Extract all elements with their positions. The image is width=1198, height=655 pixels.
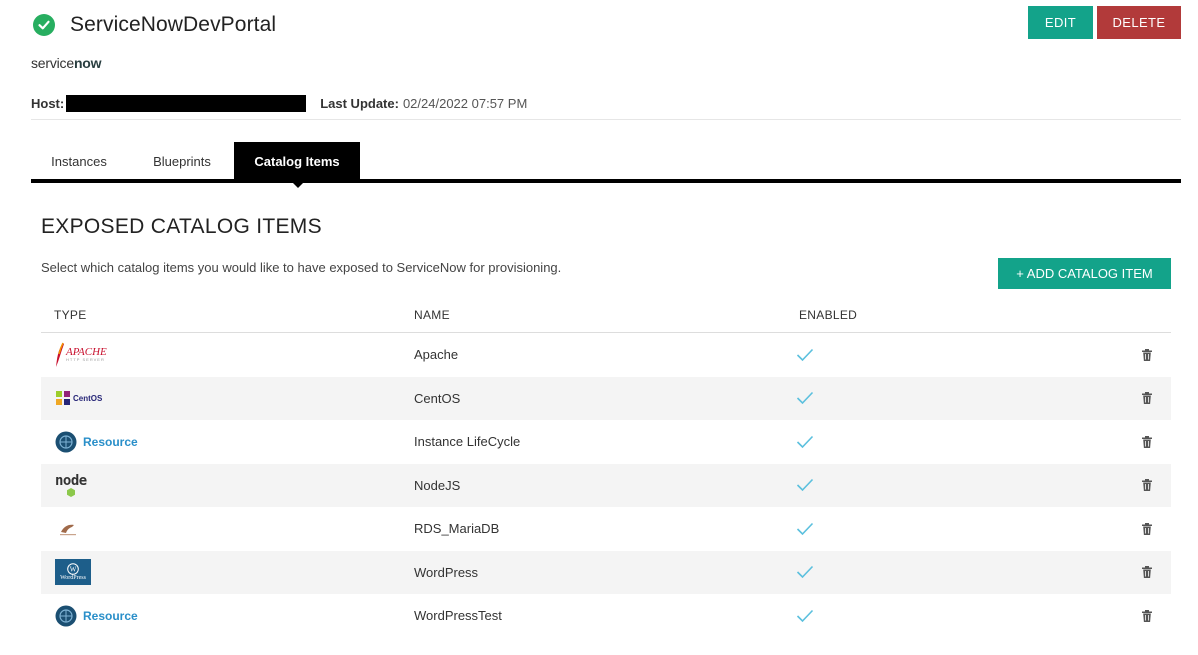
trash-icon[interactable] <box>1142 333 1152 377</box>
edit-button[interactable]: EDIT <box>1028 6 1093 39</box>
divider <box>31 119 1181 120</box>
wordpress-logo-icon: W WordPress <box>55 559 91 586</box>
type-cell <box>55 507 77 551</box>
host-label: Host: <box>31 95 65 111</box>
column-header-enabled[interactable]: ENABLED <box>799 308 857 322</box>
table-row[interactable]: CentOS CentOS <box>41 376 1171 421</box>
name-cell: CentOS <box>414 390 461 406</box>
check-circle-icon <box>33 14 55 36</box>
tab-instances[interactable]: Instances <box>31 142 127 180</box>
enabled-check-icon <box>796 420 814 464</box>
enabled-check-icon <box>796 333 814 377</box>
trash-icon[interactable] <box>1142 594 1152 638</box>
resource-label: Resource <box>83 434 138 449</box>
table-row[interactable]: W WordPress WordPress <box>41 550 1171 595</box>
resource-logo-icon: Resource <box>55 431 138 453</box>
name-cell: NodeJS <box>414 477 461 493</box>
enabled-check-icon <box>796 551 814 595</box>
trash-icon[interactable] <box>1142 420 1152 464</box>
wordpress-label: WordPress <box>60 575 86 582</box>
trash-icon[interactable] <box>1142 464 1152 508</box>
type-cell: CentOS <box>55 377 102 421</box>
page-title: ServiceNowDevPortal <box>70 13 277 36</box>
resource-logo-icon: Resource <box>55 605 138 627</box>
name-cell: WordPressTest <box>414 608 502 624</box>
active-tab-caret <box>290 180 306 188</box>
host-info: Host: Last Update: 02/24/2022 07:57 PM <box>31 94 527 112</box>
column-header-type[interactable]: TYPE <box>54 308 87 322</box>
name-cell: Instance LifeCycle <box>414 434 521 450</box>
type-cell: node <box>55 464 87 508</box>
column-header-name[interactable]: NAME <box>414 308 450 322</box>
table-header: TYPE NAME ENABLED <box>41 302 1171 333</box>
last-update-label: Last Update: <box>320 95 399 111</box>
enabled-check-icon <box>796 464 814 508</box>
resource-label: Resource <box>83 608 138 623</box>
catalog-items-table: TYPE NAME ENABLED APACHE HTTP SERVER Apa… <box>41 302 1171 638</box>
tab-catalog-items[interactable]: Catalog Items <box>234 142 360 180</box>
table-row[interactable]: RDS_MariaDB <box>41 507 1171 551</box>
tab-blueprints[interactable]: Blueprints <box>135 142 229 180</box>
servicenow-logo: servicenow <box>31 55 102 71</box>
section-title: EXPOSED CATALOG ITEMS <box>41 215 322 238</box>
nodejs-label: node <box>55 472 87 489</box>
enabled-check-icon <box>796 377 814 421</box>
table-row[interactable]: Resource WordPressTest <box>41 594 1171 638</box>
name-cell: RDS_MariaDB <box>414 521 500 537</box>
header: ServiceNowDevPortal <box>33 10 276 40</box>
table-row[interactable]: node NodeJS <box>41 463 1171 508</box>
table-row[interactable]: Resource Instance LifeCycle <box>41 420 1171 464</box>
centos-logo-icon: CentOS <box>55 390 102 406</box>
apache-logo-icon: APACHE HTTP SERVER <box>55 342 107 368</box>
last-update: Last Update: 02/24/2022 07:57 PM <box>320 96 527 111</box>
page: ServiceNowDevPortal EDIT DELETE servicen… <box>0 0 1198 655</box>
mariadb-logo-icon <box>59 521 77 537</box>
type-cell: APACHE HTTP SERVER <box>55 333 107 377</box>
delete-button[interactable]: DELETE <box>1097 6 1181 39</box>
name-cell: WordPress <box>414 564 479 580</box>
name-cell: Apache <box>414 347 459 363</box>
add-catalog-item-button[interactable]: + ADD CATALOG ITEM <box>998 258 1171 289</box>
type-cell: W WordPress <box>55 551 91 595</box>
tab-underline <box>31 179 1181 183</box>
last-update-value: 02/24/2022 07:57 PM <box>402 95 528 111</box>
section-description: Select which catalog items you would lik… <box>41 260 562 275</box>
nodejs-logo-icon: node <box>55 474 87 497</box>
enabled-check-icon <box>796 594 814 638</box>
type-cell: Resource <box>55 594 138 638</box>
tab-bar: Instances Blueprints Catalog Items <box>31 142 1181 188</box>
type-cell: Resource <box>55 420 138 464</box>
enabled-check-icon <box>796 507 814 551</box>
table-row[interactable]: APACHE HTTP SERVER Apache <box>41 333 1171 377</box>
trash-icon[interactable] <box>1142 377 1152 421</box>
trash-icon[interactable] <box>1142 507 1152 551</box>
host-value-redacted <box>66 94 307 112</box>
centos-label: CentOS <box>73 393 103 403</box>
trash-icon[interactable] <box>1142 551 1152 595</box>
svg-text:W: W <box>70 566 77 574</box>
